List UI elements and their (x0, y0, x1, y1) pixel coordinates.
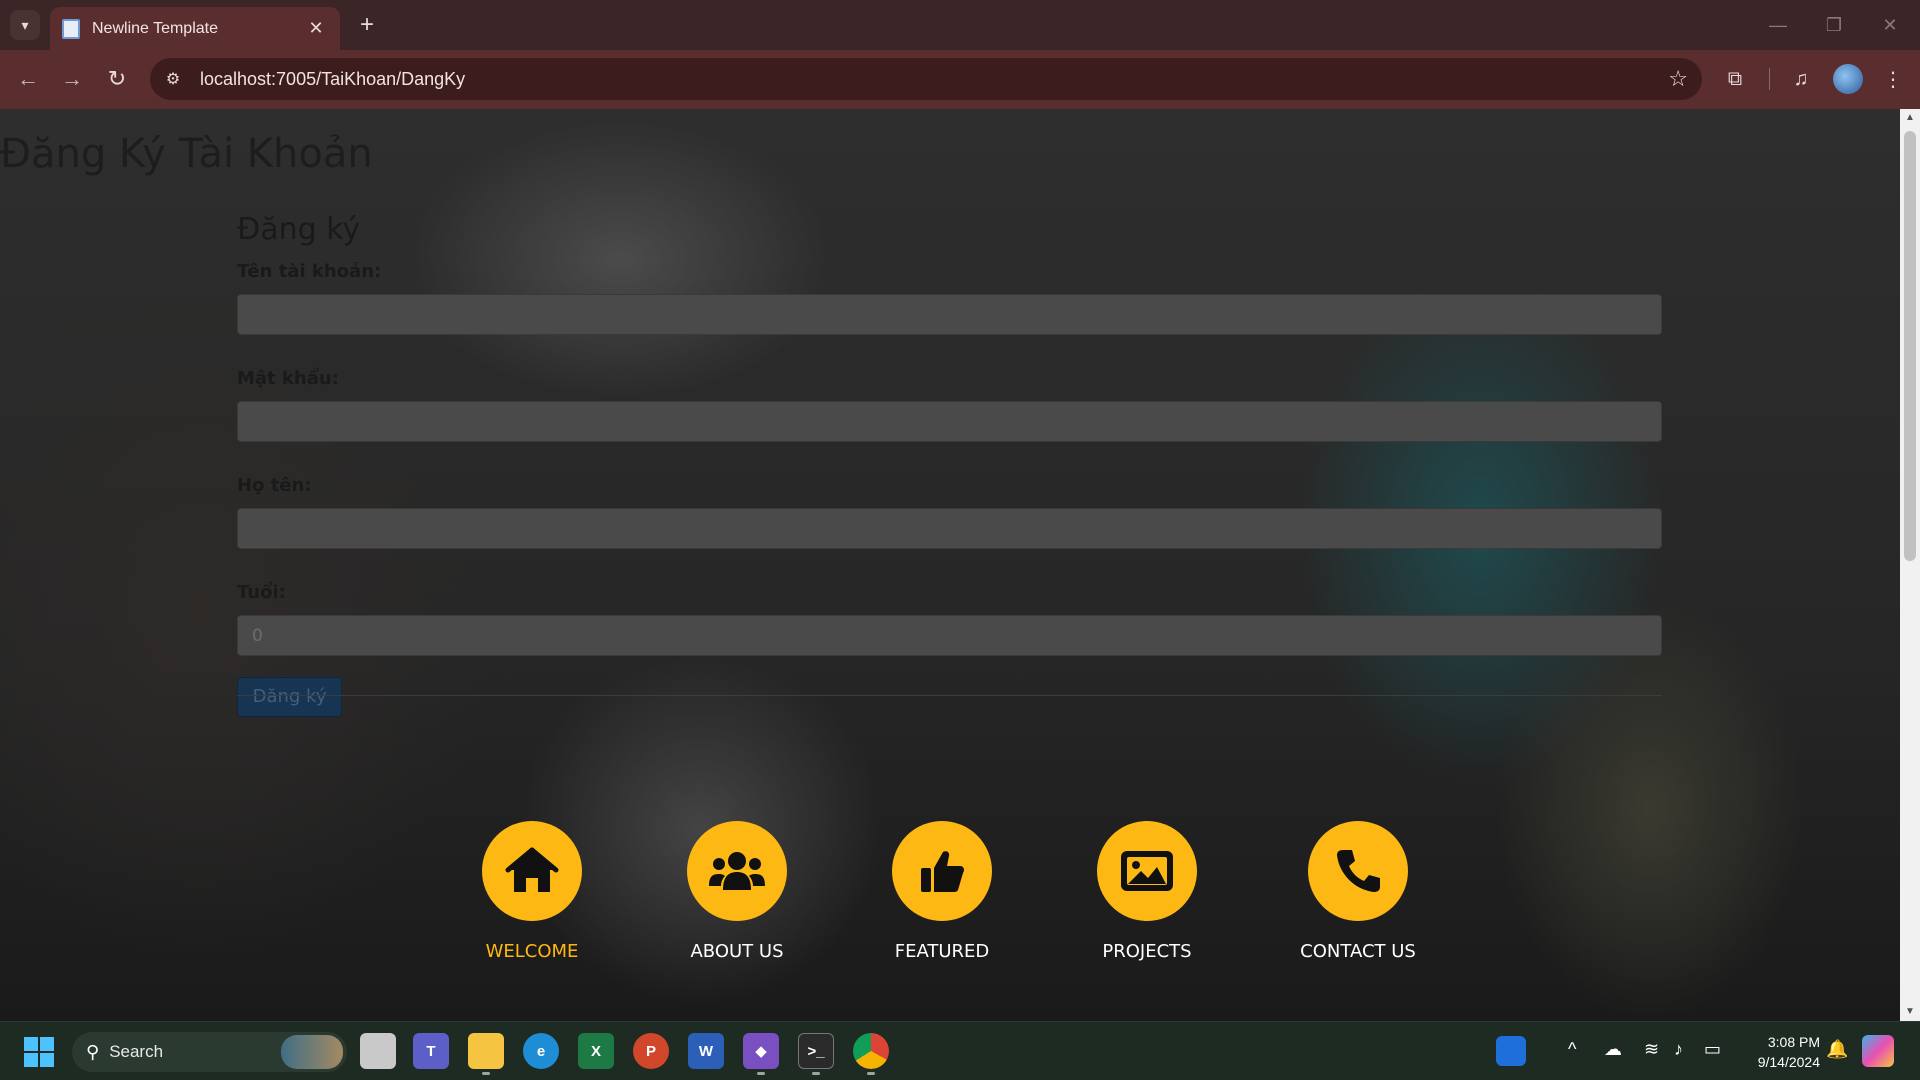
nav-label-contact-us: CONTACT US (1300, 941, 1416, 962)
nav-item-contact-us[interactable]: CONTACT US (1268, 821, 1448, 962)
nav-label-projects: PROJECTS (1102, 941, 1192, 962)
nav-label-about-us: ABOUT US (690, 941, 784, 962)
clock-time: 3:08 PM (1767, 1034, 1820, 1050)
restore-icon: ❐ (1825, 14, 1843, 35)
browser-tab-bar: ▾ Newline Template ✕ + — ❐ ✕ (0, 0, 1920, 50)
username-field[interactable] (237, 294, 1662, 335)
minimize-icon: — (1769, 14, 1787, 35)
url-text[interactable]: localhost:7005/TaiKhoan/DangKy (200, 69, 1668, 90)
age-label: Tuổi: (237, 582, 286, 603)
site-settings-icon[interactable]: ⚙ (158, 64, 188, 94)
taskbar: ⚲ Search T e X P W ◆ >_ ^ ☁ ≋ ♪ ▭ 3:08 P… (0, 1021, 1920, 1080)
search-icon: ⚲ (86, 1041, 100, 1062)
edge-icon[interactable]: e (523, 1033, 559, 1069)
fullname-field[interactable] (237, 508, 1662, 549)
system-clock[interactable]: 3:08 PM 9/14/2024 (1720, 1032, 1820, 1072)
address-bar[interactable]: ⚙ localhost:7005/TaiKhoan/DangKy ☆ (150, 58, 1702, 100)
reload-icon: ↻ (107, 66, 127, 91)
password-label: Mật khẩu: (237, 368, 339, 389)
close-window-button[interactable]: ✕ (1862, 8, 1918, 42)
home-icon (482, 821, 582, 921)
visual-studio-icon[interactable]: ◆ (743, 1033, 779, 1069)
register-button[interactable]: Đăng ký (237, 676, 342, 717)
close-icon: ✕ (1882, 14, 1898, 35)
teams-icon[interactable]: T (413, 1033, 449, 1069)
phone-icon (1308, 821, 1408, 921)
fullname-label: Họ tên: (237, 475, 312, 496)
back-button[interactable]: ← (11, 62, 45, 96)
chevron-down-icon: ▾ (21, 16, 29, 33)
chevron-up-icon[interactable]: ^ (1568, 1039, 1576, 1060)
widgets-icon[interactable] (1496, 1036, 1526, 1066)
nav-label-welcome: WELCOME (485, 941, 579, 962)
running-indicator (812, 1072, 820, 1075)
reload-button[interactable]: ↻ (100, 62, 134, 96)
scroll-down-icon[interactable]: ▼ (1900, 1003, 1920, 1021)
task-view-icon[interactable] (360, 1033, 396, 1069)
nav-item-featured[interactable]: FEATURED (852, 821, 1032, 962)
password-field[interactable] (237, 401, 1662, 442)
running-indicator (867, 1072, 875, 1075)
form-title: Đăng ký (237, 212, 361, 247)
notification-icon[interactable]: 🔔 (1826, 1039, 1848, 1060)
scroll-up-icon[interactable]: ▲ (1900, 109, 1920, 127)
running-indicator (757, 1072, 765, 1075)
running-indicator (482, 1072, 490, 1075)
plus-icon: + (359, 11, 374, 38)
search-label: Search (109, 1042, 164, 1061)
tab-title: Newline Template (92, 19, 218, 37)
document-icon (62, 18, 80, 39)
active-tab[interactable]: Newline Template ✕ (50, 7, 340, 50)
thumbs-up-icon (892, 821, 992, 921)
username-label: Tên tài khoản: (237, 261, 382, 282)
media-control-icon[interactable]: ♫ (1784, 62, 1818, 96)
search-highlight-image (281, 1035, 343, 1069)
onedrive-icon[interactable]: ☁ (1604, 1039, 1622, 1060)
star-icon[interactable]: ☆ (1668, 66, 1688, 92)
register-form: Đăng ký Tên tài khoản: Mật khẩu: Họ tên:… (237, 212, 1662, 717)
powerpoint-icon[interactable]: P (633, 1033, 669, 1069)
nav-label-featured: FEATURED (894, 941, 990, 962)
page-viewport: Đăng Ký Tài Khoản Đăng ký Tên tài khoản:… (0, 109, 1900, 1021)
nav-item-projects[interactable]: PROJECTS (1057, 821, 1237, 962)
word-icon[interactable]: W (688, 1033, 724, 1069)
divider (237, 695, 1662, 696)
users-icon (687, 821, 787, 921)
browser-toolbar: ← → ↻ ⚙ localhost:7005/TaiKhoan/DangKy ☆… (0, 50, 1920, 109)
windows-start-icon[interactable] (24, 1037, 54, 1067)
battery-icon[interactable]: ▭ (1704, 1039, 1721, 1060)
taskbar-search[interactable]: ⚲ Search (72, 1032, 347, 1072)
excel-icon[interactable]: X (578, 1033, 614, 1069)
arrow-right-icon: → (61, 66, 83, 91)
toolbar-divider (1769, 68, 1770, 90)
copilot-icon[interactable] (1862, 1035, 1894, 1067)
file-explorer-icon[interactable] (468, 1033, 504, 1069)
arrow-left-icon: ← (17, 66, 39, 91)
wifi-icon[interactable]: ≋ (1644, 1039, 1659, 1060)
tab-list-button[interactable]: ▾ (10, 10, 40, 40)
age-field[interactable] (237, 615, 1662, 656)
image-icon (1097, 821, 1197, 921)
new-tab-button[interactable]: + (352, 10, 382, 40)
profile-avatar[interactable] (1833, 64, 1863, 94)
terminal-icon[interactable]: >_ (798, 1033, 834, 1069)
chrome-icon[interactable] (853, 1033, 889, 1069)
clock-date: 9/14/2024 (1757, 1054, 1820, 1070)
minimize-button[interactable]: — (1750, 8, 1806, 42)
extensions-icon[interactable]: ⧉ (1718, 62, 1752, 96)
volume-icon[interactable]: ♪ (1674, 1039, 1683, 1060)
forward-button[interactable]: → (55, 62, 89, 96)
page-scrollbar[interactable]: ▲ ▼ (1900, 109, 1920, 1021)
page-title: Đăng Ký Tài Khoản (0, 131, 373, 177)
nav-item-welcome[interactable]: WELCOME (442, 821, 622, 962)
close-icon[interactable]: ✕ (304, 18, 328, 39)
scrollbar-thumb[interactable] (1904, 131, 1916, 561)
nav-item-about-us[interactable]: ABOUT US (647, 821, 827, 962)
restore-button[interactable]: ❐ (1806, 8, 1862, 42)
menu-icon[interactable]: ⋮ (1876, 62, 1910, 96)
